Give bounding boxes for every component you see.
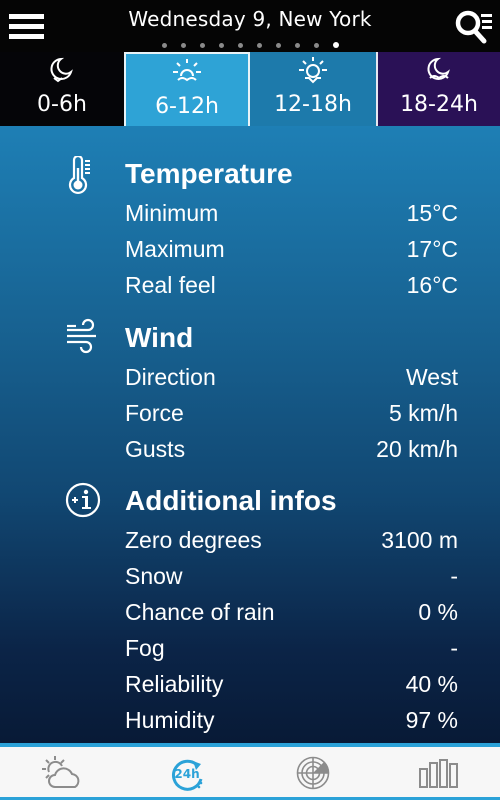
page-dot (294, 43, 300, 48)
moon-icon (427, 57, 450, 80)
row-value: - (450, 563, 458, 589)
page-dot (275, 43, 281, 48)
nav-current-weather[interactable] (33, 753, 93, 793)
radar-icon (296, 756, 330, 790)
page-dot (199, 43, 205, 48)
24h-icon: 24h (172, 759, 203, 791)
page-dot (161, 43, 167, 48)
sun-cloud-icon (42, 756, 80, 788)
row-label: Minimum (125, 200, 219, 226)
forecast-details[interactable]: Temperature Minimum 15°C Maximum 17°C Re… (0, 126, 500, 743)
tab-18-24h[interactable]: 18-24h (376, 52, 500, 126)
nav-charts[interactable] (408, 753, 468, 793)
info-row: Snow - (125, 563, 458, 599)
row-value: 20 km/h (376, 436, 458, 462)
search-list-icon (455, 10, 492, 44)
info-row: Real feel 16°C (125, 272, 458, 308)
bar-chart-icon (419, 759, 458, 788)
page-title: Wednesday 9, New York (128, 7, 372, 31)
row-value: 15°C (406, 200, 458, 226)
row-label: Chance of rain (125, 599, 275, 625)
tab-12-18h[interactable]: 12-18h (250, 52, 376, 126)
row-value: 40 % (405, 671, 458, 697)
info-row: Gusts 20 km/h (125, 436, 458, 472)
row-label: Reliability (125, 671, 224, 697)
row-label: Gusts (125, 436, 186, 462)
thermometer-icon (68, 156, 90, 195)
tab-label: 6-12h (155, 94, 219, 119)
info-row: Minimum 15°C (125, 200, 458, 236)
row-label: Direction (125, 364, 216, 390)
top-bar: Wednesday 9, New York (0, 0, 500, 52)
section-title: Wind (125, 322, 194, 353)
row-label: Humidity (125, 707, 215, 733)
moon-icon (50, 57, 73, 83)
sun-icon (299, 57, 327, 84)
row-value: 97 % (405, 707, 458, 733)
row-label: Force (125, 400, 184, 426)
info-row: Maximum 17°C (125, 236, 458, 272)
row-value: 0 % (418, 599, 458, 625)
page-dot (180, 43, 186, 48)
menu-line (9, 34, 44, 39)
tab-label: 12-18h (274, 92, 352, 117)
row-value: - (450, 635, 458, 661)
tab-label: 18-24h (400, 92, 478, 117)
row-value: 5 km/h (388, 400, 458, 426)
page-indicator (0, 42, 500, 48)
info-row: Humidity 97 % (125, 707, 458, 743)
row-label: Real feel (125, 272, 216, 298)
row-value: 3100 m (381, 527, 458, 553)
info-row: Reliability 40 % (125, 671, 458, 707)
page-dot (332, 42, 339, 48)
page-dot (218, 43, 224, 48)
section-title: Additional infos (125, 485, 337, 516)
search-button[interactable] (452, 6, 496, 48)
page-dot (237, 43, 243, 48)
tab-label: 0-6h (37, 92, 87, 117)
row-value: 17°C (406, 236, 458, 262)
info-row: Direction West (125, 364, 458, 400)
nav-24h-forecast[interactable]: 24h (157, 753, 217, 793)
row-label: Fog (125, 635, 165, 661)
tab-0-6h[interactable]: 0-6h (0, 52, 124, 126)
section-title: Temperature (125, 158, 293, 189)
bottom-navigation: 24h (0, 743, 500, 800)
row-label: Maximum (125, 236, 225, 262)
row-value: West (406, 364, 458, 390)
page-dot (256, 43, 262, 48)
row-value: 16°C (406, 272, 458, 298)
wind-icon (67, 318, 96, 354)
info-row: Chance of rain 0 % (125, 599, 458, 635)
info-row: Fog - (125, 635, 458, 671)
sunrise-icon (173, 59, 201, 82)
page-dot (313, 43, 319, 48)
tab-6-12h[interactable]: 6-12h (124, 52, 250, 126)
info-row: Zero degrees 3100 m (125, 527, 458, 563)
row-label: Snow (125, 563, 183, 589)
row-label: Zero degrees (125, 527, 262, 553)
24h-text: 24h (174, 767, 199, 781)
nav-radar[interactable] (283, 753, 343, 793)
info-plus-icon (65, 482, 101, 518)
time-period-tabs: 0-6h 6-12h 12-18h 18-24h (0, 52, 500, 126)
info-row: Force 5 km/h (125, 400, 458, 436)
